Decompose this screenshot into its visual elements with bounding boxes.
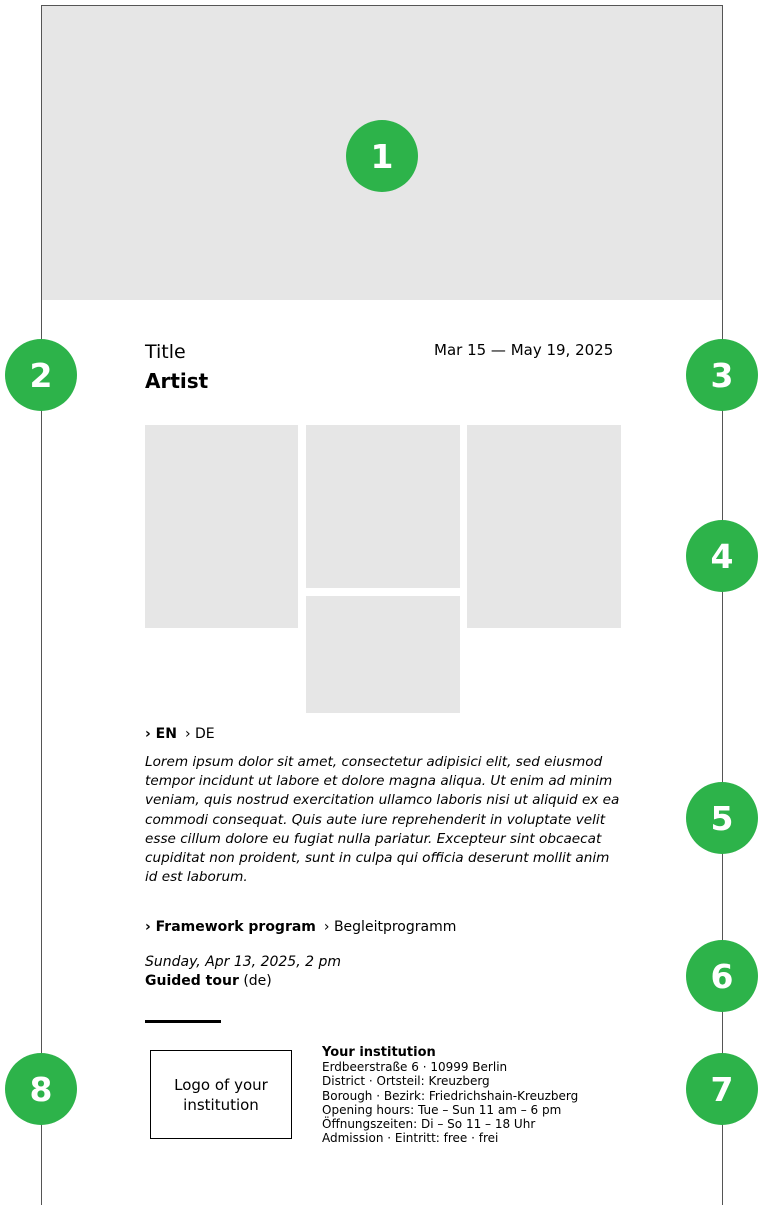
institution-logo-placeholder: Logo of your institution	[150, 1050, 292, 1139]
marker-8: 8	[5, 1053, 77, 1125]
institution-info: Your institution Erdbeerstraße 6 · 10999…	[322, 1045, 579, 1146]
event-language: (de)	[243, 973, 272, 989]
gallery-image-1[interactable]	[145, 425, 298, 628]
institution-district: District · Ortsteil: Kreuzberg	[322, 1074, 490, 1089]
marker-6: 6	[686, 940, 758, 1012]
admission-info: Admission · Eintritt: free · frei	[322, 1131, 499, 1146]
exhibition-title: Title	[145, 341, 186, 363]
frame-right-line	[722, 5, 723, 1205]
marker-7: 7	[686, 1053, 758, 1125]
marker-5: 5	[686, 782, 758, 854]
gallery-image-4[interactable]	[467, 425, 621, 628]
language-en-link[interactable]: › EN	[145, 726, 177, 742]
program-switch: › Framework program › Begleitprogramm	[145, 917, 456, 937]
event-date: Sunday, Apr 13, 2025, 2 pm	[145, 954, 341, 970]
marker-2: 2	[5, 339, 77, 411]
opening-hours-en: Opening hours: Tue – Sun 11 am – 6 pm	[322, 1102, 562, 1117]
marker-3: 3	[686, 339, 758, 411]
gallery-image-2[interactable]	[306, 425, 460, 588]
opening-hours-de: Öffnungszeiten: Di – So 11 – 18 Uhr	[322, 1117, 536, 1132]
marker-4: 4	[686, 520, 758, 592]
event-title: Guided tour	[145, 973, 239, 989]
language-switch: › EN › DE	[145, 724, 215, 744]
framework-program-link[interactable]: › Framework program	[145, 919, 316, 935]
begleitprogramm-link[interactable]: › Begleitprogramm	[324, 919, 456, 935]
gallery-image-3[interactable]	[306, 596, 460, 713]
event-item: Guided tour (de)	[145, 972, 272, 991]
institution-address: Erdbeerstraße 6 · 10999 Berlin	[322, 1060, 508, 1075]
institution-name: Your institution	[322, 1045, 436, 1060]
description-text: Lorem ipsum dolor sit amet, consectetur …	[145, 754, 620, 886]
artist-name: Artist	[145, 369, 209, 393]
exhibition-dates: Mar 15 — May 19, 2025	[434, 341, 614, 359]
institution-borough: Borough · Bezirk: Friedrichshain-Kreuzbe…	[322, 1088, 579, 1103]
section-divider	[145, 1020, 221, 1023]
language-de-link[interactable]: › DE	[185, 726, 215, 742]
marker-1: 1	[346, 120, 418, 192]
logo-label: Logo of your institution	[174, 1075, 268, 1114]
